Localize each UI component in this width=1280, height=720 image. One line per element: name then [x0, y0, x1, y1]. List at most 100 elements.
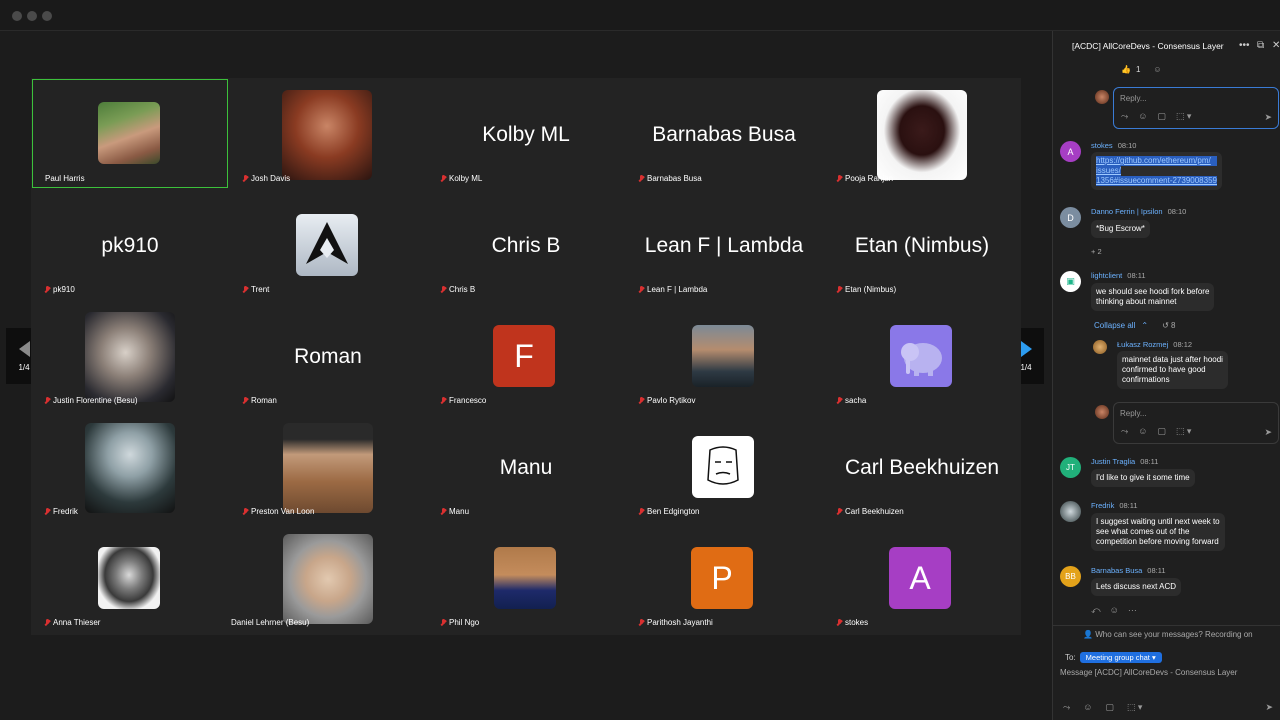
- participant-tile[interactable]: Pavlo Rytikov: [625, 300, 823, 411]
- participant-photo: [494, 547, 556, 609]
- participant-tile[interactable]: P Parithosh Jayanthi: [625, 522, 823, 633]
- mic-muted-icon: [837, 619, 842, 626]
- collapse-thread-button[interactable]: Collapse all ⌃ ↺ 8: [1094, 321, 1175, 330]
- thread-reply-input[interactable]: Reply... ⤳ ☺ ▢ ⬚ ▾ ➤: [1113, 87, 1279, 129]
- reaction-row: 👍 1 ☺: [1121, 65, 1162, 74]
- send-icon[interactable]: ➤: [1265, 702, 1273, 713]
- participant-tile[interactable]: Kolby ML Kolby ML: [427, 78, 625, 189]
- participant-tile[interactable]: Phil Ngo: [427, 522, 625, 633]
- reply-count[interactable]: + 2: [1091, 247, 1102, 256]
- participant-name: Fredrik: [45, 507, 78, 516]
- participant-tile[interactable]: Justin Florentine (Besu): [31, 300, 229, 411]
- message-time: 08:11: [1119, 501, 1138, 510]
- chat-message: A stokes 08:10 https://github.com/ethereu…: [1060, 141, 1280, 193]
- file-icon[interactable]: ▢: [1105, 702, 1114, 713]
- emoji-icon[interactable]: ☺: [1138, 111, 1147, 122]
- participant-tile[interactable]: Ben Edgington: [625, 411, 823, 522]
- participant-tile[interactable]: Trent: [229, 189, 427, 300]
- thread-reply-input[interactable]: Reply... ⤳ ☺ ▢ ⬚ ▾ ➤: [1113, 402, 1279, 444]
- chat-message: Łukasz Rozmej 08:12 mainnet data just aft…: [1093, 340, 1279, 394]
- screenshot-icon[interactable]: ⬚ ▾: [1176, 426, 1192, 437]
- screenshot-icon[interactable]: ⬚ ▾: [1176, 111, 1192, 122]
- thumbs-up-icon[interactable]: 👍: [1121, 65, 1131, 74]
- participant-tile[interactable]: pk910 pk910: [31, 189, 229, 300]
- participant-display-name: Roman: [294, 345, 362, 368]
- participant-display-name: Carl Beekhuizen: [844, 456, 1000, 479]
- participant-photo: [283, 534, 373, 624]
- participant-tile[interactable]: A stokes: [823, 522, 1021, 633]
- participant-tile[interactable]: Daniel Lehrner (Besu): [229, 522, 427, 633]
- participant-photo: [692, 436, 754, 498]
- bot-icon: ▣: [1060, 271, 1081, 292]
- participant-tile[interactable]: Barnabas Busa Barnabas Busa: [625, 78, 823, 189]
- participant-photo: [85, 312, 175, 402]
- reaction-count: 1: [1135, 65, 1141, 74]
- participant-tile[interactable]: Roman Roman: [229, 300, 427, 411]
- participant-tile[interactable]: Chris B Chris B: [427, 189, 625, 300]
- participant-tile[interactable]: Josh Davis: [229, 78, 427, 189]
- participant-tile[interactable]: Etan (Nimbus) Etan (Nimbus): [823, 189, 1021, 300]
- message-link[interactable]: 1356#issuecomment-2739008359: [1096, 176, 1217, 186]
- participant-tile[interactable]: Preston Van Loon: [229, 411, 427, 522]
- format-icon[interactable]: ⤳: [1121, 111, 1128, 122]
- participant-name: Parithosh Jayanthi: [639, 618, 713, 627]
- participant-tile[interactable]: Paul Harris: [31, 78, 229, 189]
- participant-name: Manu: [441, 507, 469, 516]
- participant-name: Pooja Ranjan: [837, 174, 893, 183]
- mic-muted-icon: [837, 286, 842, 293]
- window-titlebar: [0, 0, 1280, 31]
- minimize-window-button[interactable]: [27, 11, 37, 21]
- message-body: *Bug Escrow*: [1091, 220, 1150, 238]
- avatar: BB: [1060, 566, 1081, 587]
- participant-tile[interactable]: sacha: [823, 300, 1021, 411]
- format-icon[interactable]: ⤳: [1063, 702, 1070, 713]
- send-icon[interactable]: ➤: [1264, 427, 1272, 438]
- close-icon[interactable]: ✕: [1272, 40, 1280, 51]
- more-options-icon[interactable]: •••: [1239, 40, 1250, 51]
- mic-muted-icon: [45, 508, 50, 515]
- participant-display-name: pk910: [101, 234, 159, 257]
- message-link[interactable]: issues/: [1096, 166, 1121, 176]
- privacy-notice[interactable]: Who can see your messages? Recording on: [1095, 630, 1252, 639]
- participant-display-name: Etan (Nimbus): [854, 234, 990, 257]
- participant-tile[interactable]: Fredrik: [31, 411, 229, 522]
- mic-muted-icon: [441, 175, 446, 182]
- participant-display-name: Chris B: [491, 234, 561, 257]
- mic-muted-icon: [639, 508, 644, 515]
- more-options-icon[interactable]: ···: [1128, 605, 1137, 616]
- recipient-dropdown[interactable]: Meeting group chat ▾: [1079, 652, 1162, 663]
- emoji-icon[interactable]: ☺: [1083, 702, 1092, 713]
- participant-tile[interactable]: F Francesco: [427, 300, 625, 411]
- message-link[interactable]: https://github.com/ethereum/pm/: [1096, 156, 1217, 166]
- mic-muted-icon: [441, 619, 446, 626]
- screenshot-icon[interactable]: ⬚ ▾: [1127, 702, 1143, 713]
- add-reaction-icon[interactable]: ☺: [1153, 65, 1161, 74]
- format-icon[interactable]: ⤳: [1121, 426, 1128, 437]
- participant-display-name: Barnabas Busa: [652, 123, 796, 146]
- mic-muted-icon: [837, 397, 842, 404]
- close-window-button[interactable]: [12, 11, 22, 21]
- maximize-window-button[interactable]: [42, 11, 52, 21]
- participant-name: pk910: [45, 285, 75, 294]
- participant-photo: [98, 102, 160, 164]
- message-input[interactable]: Message [ACDC] AllCoreDevs - Consensus L…: [1060, 668, 1237, 677]
- emoji-icon[interactable]: ☺: [1138, 426, 1147, 437]
- message-body: I'd like to give it some time: [1091, 469, 1195, 487]
- participant-tile[interactable]: Lean F | Lambda Lean F | Lambda: [625, 189, 823, 300]
- file-icon[interactable]: ▢: [1157, 426, 1166, 437]
- add-reaction-icon[interactable]: ☺: [1110, 605, 1119, 616]
- pop-out-icon[interactable]: ⧉: [1257, 40, 1264, 51]
- participant-tile[interactable]: Pooja Ranjan: [823, 78, 1021, 189]
- chevron-right-icon: [1020, 340, 1032, 357]
- message-body: https://github.com/ethereum/pm/ issues/ …: [1091, 152, 1222, 190]
- participant-photo: [692, 325, 754, 387]
- participant-tile[interactable]: Anna Thieser: [31, 522, 229, 633]
- message-time: 08:10: [1117, 141, 1137, 150]
- file-icon[interactable]: ▢: [1157, 111, 1166, 122]
- participant-tile[interactable]: Manu Manu: [427, 411, 625, 522]
- send-icon[interactable]: ➤: [1264, 112, 1272, 123]
- reply-icon[interactable]: ⤺: [1091, 605, 1101, 616]
- message-time: 08:11: [1140, 457, 1159, 466]
- participant-name: Etan (Nimbus): [837, 285, 896, 294]
- participant-tile[interactable]: Carl Beekhuizen Carl Beekhuizen: [823, 411, 1021, 522]
